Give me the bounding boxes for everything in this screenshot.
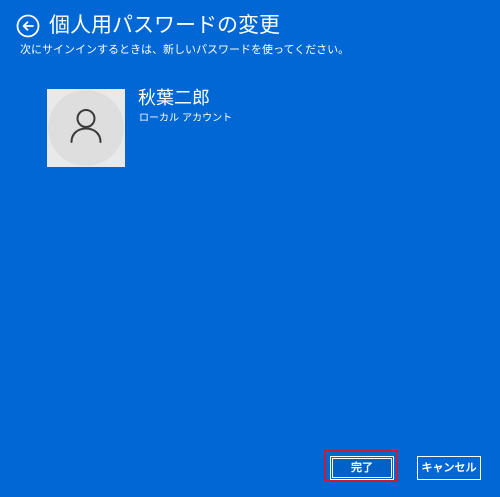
- page-title: 個人用パスワードの変更: [49, 13, 280, 37]
- avatar: [47, 89, 125, 167]
- user-name: 秋葉二郎: [138, 88, 210, 109]
- instruction-text: 次にサインインするときは、新しいパスワードを使ってください。: [20, 43, 350, 56]
- finish-button[interactable]: 完了: [330, 456, 394, 480]
- back-button[interactable]: [16, 14, 40, 38]
- password-change-page: 個人用パスワードの変更 次にサインインするときは、新しいパスワードを使ってくださ…: [0, 0, 500, 497]
- account-type: ローカル アカウント: [139, 113, 233, 124]
- cancel-button[interactable]: キャンセル: [417, 456, 481, 480]
- user-icon: [70, 109, 102, 143]
- back-arrow-icon: [16, 14, 40, 38]
